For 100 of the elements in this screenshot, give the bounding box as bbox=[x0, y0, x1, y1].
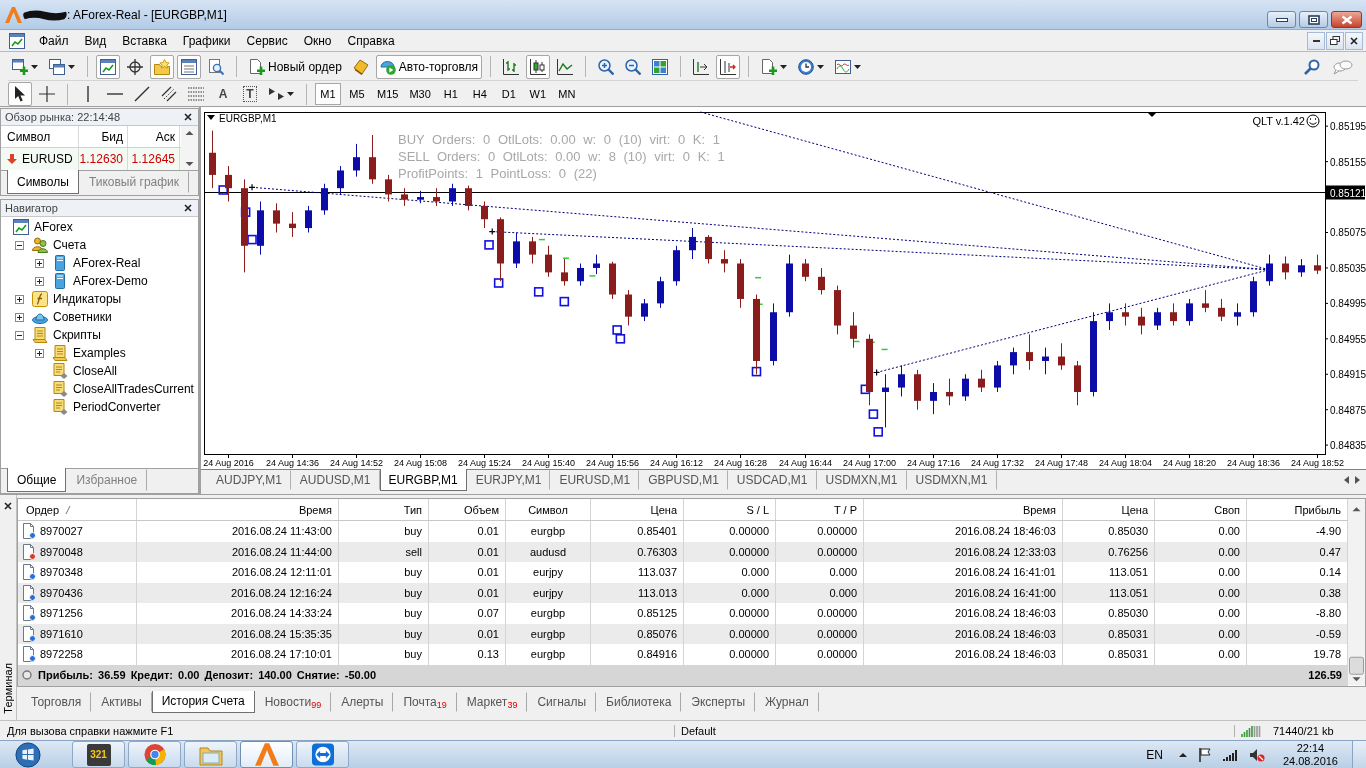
table-cell: 0.85076 bbox=[591, 623, 684, 644]
panel-title: Терминал bbox=[2, 663, 14, 714]
table-cell: 2016.08.24 18:46:03 bbox=[864, 644, 1063, 665]
table-cell: 0.84916 bbox=[591, 644, 684, 665]
table-cell: 8970027 bbox=[40, 525, 83, 538]
time-axis-label: 24 Aug 2016 bbox=[203, 458, 254, 468]
total-profit: 126.59 bbox=[1308, 669, 1342, 681]
time-axis-label: 24 Aug 15:40 bbox=[521, 458, 576, 468]
price-axis-label: 0.85155 bbox=[1330, 156, 1366, 168]
table-cell: 2016.08.24 18:46:03 bbox=[864, 623, 1063, 644]
table-cell: 0.00000 bbox=[684, 603, 776, 624]
table-cell: buy bbox=[339, 603, 429, 624]
table-cell: 0.00000 bbox=[776, 541, 864, 562]
table-cell: 8970436 bbox=[40, 586, 83, 599]
table-cell: 2016.08.24 17:10:01 bbox=[137, 644, 339, 665]
panel-title: Навигатор bbox=[5, 202, 58, 214]
table-cell: 8971256 bbox=[40, 607, 83, 620]
time-axis-label: 24 Aug 17:32 bbox=[970, 458, 1025, 468]
time-axis-label: 24 Aug 18:36 bbox=[1226, 458, 1281, 468]
table-cell: 113.037 bbox=[591, 562, 684, 583]
time-axis-label: 24 Aug 16:44 bbox=[778, 458, 833, 468]
table-cell: 2016.08.24 16:41:00 bbox=[864, 582, 1063, 603]
table-cell: 2016.08.24 12:16:24 bbox=[137, 582, 339, 603]
unread-count: 99 bbox=[311, 699, 322, 710]
table-cell: 2016.08.24 16:41:01 bbox=[864, 562, 1063, 583]
table-cell: eurjpy bbox=[506, 562, 591, 583]
table-cell: 0.00 bbox=[1155, 582, 1247, 603]
table-cell: 0.00 bbox=[1155, 644, 1247, 665]
table-cell: 0.00000 bbox=[684, 541, 776, 562]
table-cell: 0.00 bbox=[1155, 562, 1247, 583]
table-cell: 0.00000 bbox=[776, 521, 864, 542]
table-cell: eurgbp bbox=[506, 521, 591, 542]
price-axis-label: 0.84915 bbox=[1330, 369, 1366, 381]
table-cell: eurjpy bbox=[506, 582, 591, 603]
table-cell: 0.00000 bbox=[684, 521, 776, 542]
player-logo: 321 bbox=[86, 743, 111, 766]
table-cell: 0.01 bbox=[429, 623, 506, 644]
table-cell: 8972258 bbox=[40, 648, 83, 661]
time-axis-label: 24 Aug 18:52 bbox=[1290, 458, 1345, 468]
profile-name: Default bbox=[675, 724, 1235, 737]
table-cell: 2016.08.24 11:44:00 bbox=[137, 541, 339, 562]
table-cell: 0.00 bbox=[1155, 521, 1247, 542]
time-axis-label: 24 Aug 17:48 bbox=[1034, 458, 1089, 468]
table-cell: 0.00 bbox=[1155, 541, 1247, 562]
time-axis-label: 24 Aug 18:04 bbox=[1098, 458, 1153, 468]
table-cell: 0.01 bbox=[429, 562, 506, 583]
table-cell: 0.01 bbox=[429, 582, 506, 603]
table-cell: 0.00000 bbox=[776, 603, 864, 624]
time-axis-label: 24 Aug 17:00 bbox=[842, 458, 897, 468]
table-cell: audusd bbox=[506, 541, 591, 562]
table-cell: 113.051 bbox=[1063, 582, 1155, 603]
time-axis-label: 24 Aug 14:36 bbox=[265, 458, 320, 468]
traffic-text: 71440/21 kb bbox=[1273, 724, 1334, 737]
time-axis-label: 24 Aug 15:08 bbox=[393, 458, 448, 468]
price-axis-label: 0.84835 bbox=[1330, 440, 1366, 452]
table-cell: 0.85031 bbox=[1063, 623, 1155, 644]
summary-text: Прибыль: 36.59 Кредит: 0.00 Депозит: 140.00 Снятие: -50.00 bbox=[38, 669, 377, 681]
table-cell: 0.01 bbox=[429, 521, 506, 542]
price-axis-label: 0.85075 bbox=[1330, 227, 1366, 239]
table-cell: buy bbox=[339, 644, 429, 665]
time-axis-label: 24 Aug 15:24 bbox=[457, 458, 512, 468]
table-cell: 0.000 bbox=[684, 582, 776, 603]
table-cell: 8971610 bbox=[40, 627, 83, 640]
table-cell: 0.00 bbox=[1155, 623, 1247, 644]
time-axis-label: 24 Aug 16:12 bbox=[649, 458, 704, 468]
time-axis-label: 24 Aug 14:52 bbox=[329, 458, 384, 468]
table-cell: 0.000 bbox=[684, 562, 776, 583]
table-cell: 0.00000 bbox=[684, 623, 776, 644]
table-cell: 0.00000 bbox=[776, 623, 864, 644]
indicator-text: ProfitPoints: 1 PointLoss: 0 (22) bbox=[398, 166, 597, 181]
table-cell: 2016.08.24 14:33:24 bbox=[137, 603, 339, 624]
table-cell: eurgbp bbox=[506, 603, 591, 624]
table-cell: 2016.08.24 18:46:03 bbox=[864, 521, 1063, 542]
price-axis-label: 0.84875 bbox=[1330, 404, 1366, 416]
table-cell: 113.013 bbox=[591, 582, 684, 603]
table-cell: 0.76256 bbox=[1063, 541, 1155, 562]
table-cell: 0.85125 bbox=[591, 603, 684, 624]
indicator-text: BUY Orders: 0 OtlLots: 0.00 w: 0 (10) virt: 0 K: 1 bbox=[398, 132, 720, 147]
table-cell: 8970048 bbox=[40, 545, 83, 558]
table-cell: 2016.08.24 12:33:03 bbox=[864, 541, 1063, 562]
table-cell: 0.13 bbox=[429, 644, 506, 665]
table-cell: buy bbox=[339, 521, 429, 542]
table-cell: 2016.08.24 18:46:03 bbox=[864, 603, 1063, 624]
table-cell: 8970348 bbox=[40, 566, 83, 579]
unread-count: 39 bbox=[507, 699, 518, 710]
table-cell: 0.00 bbox=[1155, 603, 1247, 624]
table-cell: buy bbox=[339, 582, 429, 603]
time-axis-label: 24 Aug 18:20 bbox=[1162, 458, 1217, 468]
expert-label: QLT v.1.42 bbox=[1252, 115, 1305, 127]
table-cell: buy bbox=[339, 562, 429, 583]
table-cell: 2016.08.24 15:35:35 bbox=[137, 623, 339, 644]
table-cell: 0.85401 bbox=[591, 521, 684, 542]
table-cell: 0.85030 bbox=[1063, 521, 1155, 542]
table-cell: 0.00000 bbox=[776, 644, 864, 665]
unread-count: 19 bbox=[436, 699, 447, 710]
table-cell: 0.000 bbox=[776, 582, 864, 603]
window-title: : AForex-Real - [EURGBP,M1] bbox=[67, 7, 227, 22]
table-cell: buy bbox=[339, 623, 429, 644]
table-cell: 0.85030 bbox=[1063, 603, 1155, 624]
price-axis-label: 0.84995 bbox=[1330, 298, 1366, 310]
